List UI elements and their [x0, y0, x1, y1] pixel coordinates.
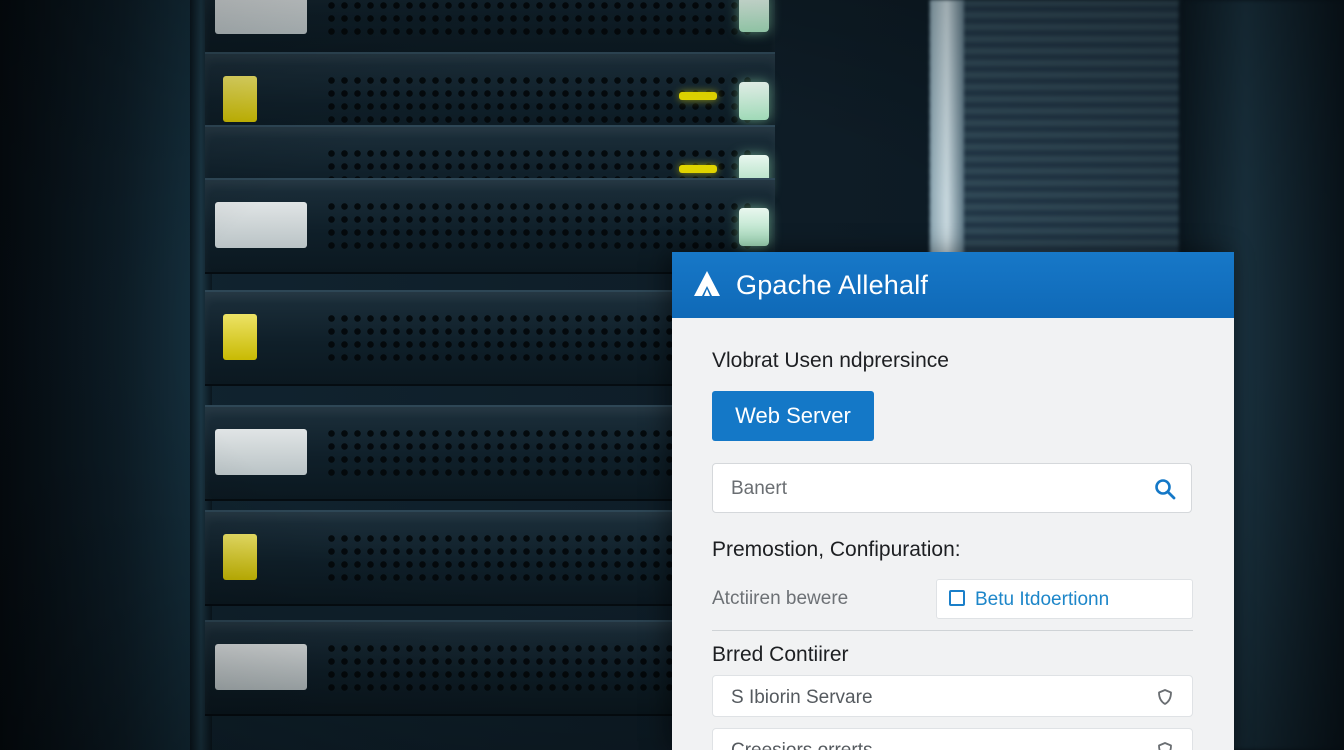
rack-unit — [205, 0, 775, 60]
status-light — [739, 208, 769, 246]
rack-vents — [325, 74, 755, 126]
server-select[interactable]: S Ibiorin Servare — [712, 675, 1193, 717]
triangle-logo-icon — [694, 271, 720, 296]
rack-label-tag — [215, 0, 307, 34]
config-checkbox-field[interactable]: Betu Itdoertionn — [936, 579, 1193, 619]
rack-vents — [325, 0, 755, 38]
search-box — [712, 463, 1192, 513]
select-value: S Ibiorin Servare — [731, 687, 873, 708]
status-light — [679, 165, 717, 173]
web-server-button[interactable]: Web Server — [712, 391, 874, 441]
rack-vents — [325, 200, 755, 252]
configuration-heading: Premostion, Confipuration: — [712, 538, 961, 561]
rack-label-tag — [215, 429, 307, 475]
divider — [712, 630, 1193, 631]
shield-icon — [1158, 742, 1172, 750]
options-select[interactable]: Creesiors orrerts — [712, 728, 1193, 750]
status-light — [679, 92, 717, 100]
rack-frame — [0, 0, 205, 750]
rack-label-tag — [215, 202, 307, 248]
status-light — [739, 0, 769, 32]
checkbox[interactable] — [949, 590, 965, 606]
panel-header: Gpache Allehalf — [672, 252, 1234, 318]
rack-label-tag — [223, 534, 257, 580]
section-heading: Vlobrat Usen ndprersince — [712, 349, 949, 372]
checkbox-label: Betu Itdoertionn — [975, 589, 1110, 610]
search-icon[interactable] — [1153, 477, 1177, 501]
select-value: Creesiors orrerts — [731, 740, 872, 750]
status-light — [739, 82, 769, 120]
config-row-label: Atctiiren bewere — [712, 588, 849, 609]
search-input[interactable] — [729, 474, 1133, 504]
container-heading: Brred Contiirer — [712, 643, 849, 666]
rack-label-tag — [223, 314, 257, 360]
app-title: Gpache Allehalf — [736, 270, 929, 300]
rack-label-tag — [223, 76, 257, 122]
rack-label-tag — [215, 644, 307, 690]
shield-icon — [1158, 689, 1172, 705]
screen: Gpache Allehalf Vlobrat Usen ndprersince… — [0, 0, 1344, 750]
config-panel: Gpache Allehalf Vlobrat Usen ndprersince… — [672, 252, 1234, 750]
